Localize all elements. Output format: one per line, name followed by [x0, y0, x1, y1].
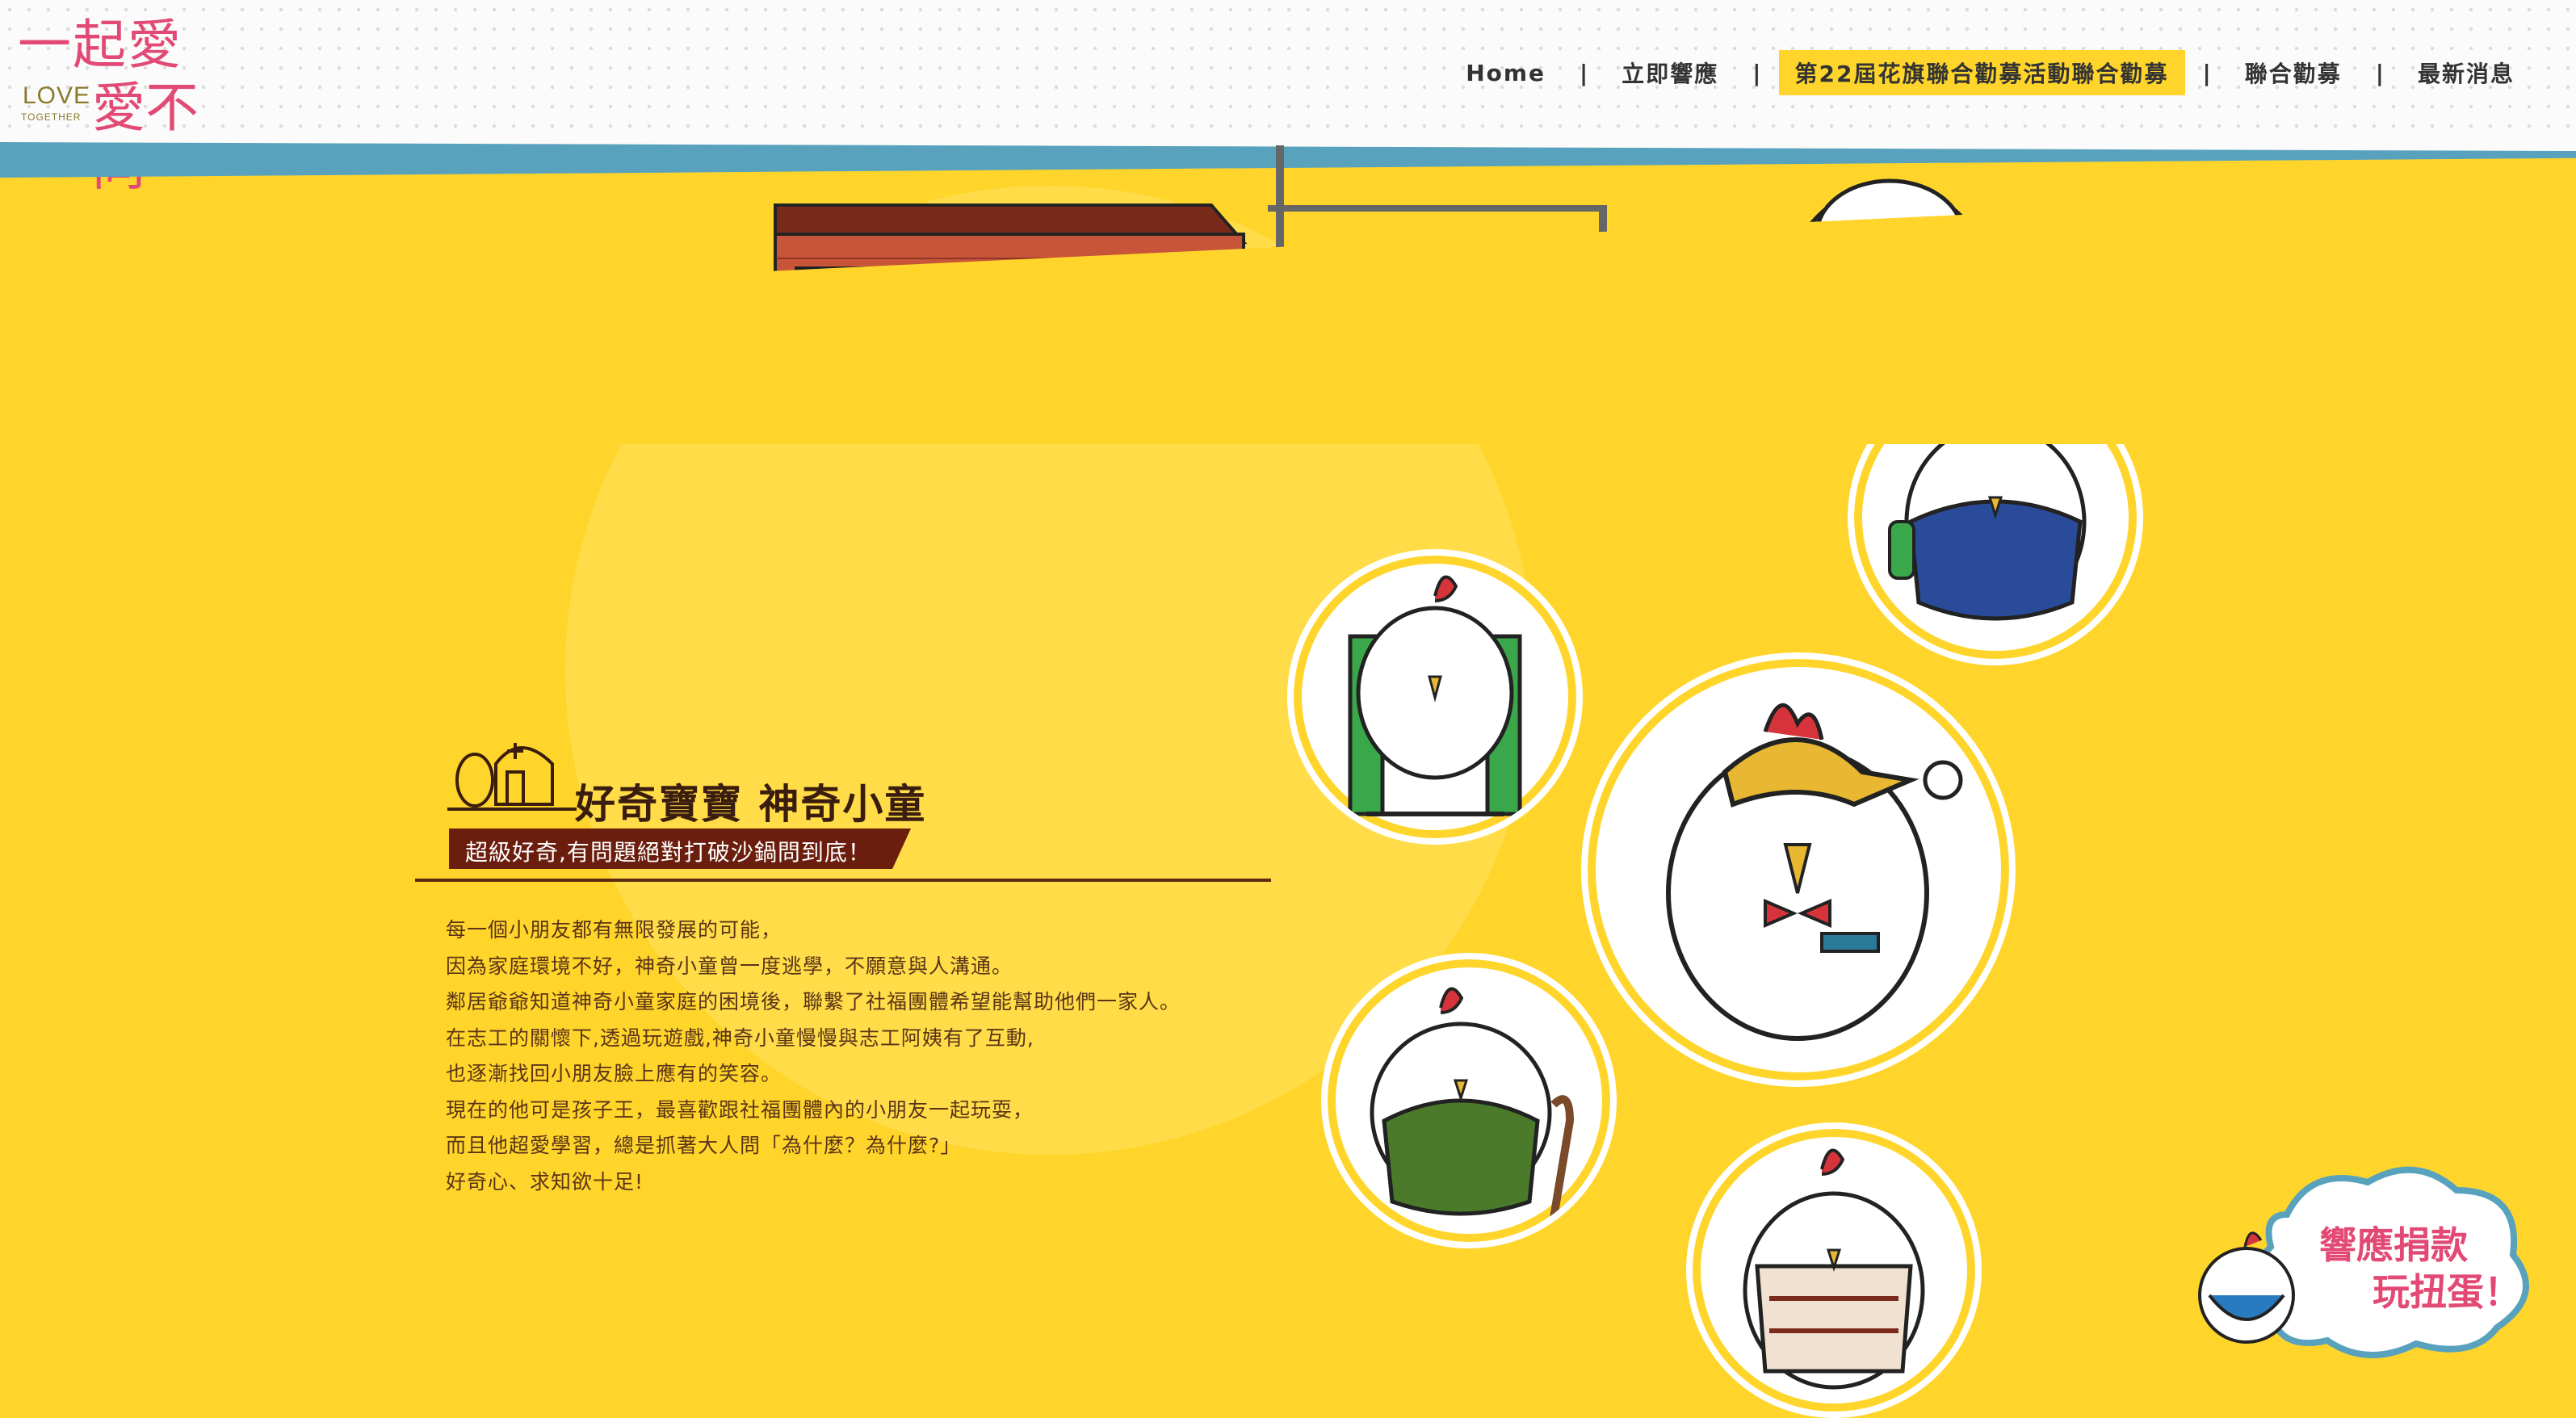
story-line: 好奇心、求知欲十足!: [446, 1169, 644, 1194]
temple-icon: [447, 743, 577, 811]
nav-separator: |: [1580, 59, 1588, 86]
chicken-grandpa-icon: [1370, 987, 1575, 1219]
chicken-curious-kid-icon: [1666, 703, 1963, 1041]
donate-gashapon-button[interactable]: 響應捐款 玩扭蛋！: [2190, 1158, 2537, 1368]
nav-respond-now[interactable]: 立即響應: [1605, 50, 1735, 95]
nav-united-way[interactable]: 聯合勸募: [2229, 50, 2358, 95]
cta-line1: 響應捐款: [2319, 1223, 2468, 1267]
chicken-aboriginal-icon: [1743, 1148, 1925, 1390]
story-line: 現在的他可是孩子王，最喜歡跟社福團體內的小朋友一起玩耍，: [446, 1097, 1034, 1122]
story-line: 鄰居爺爺知道神奇小童家庭的困境後，聯繫了社福團體希望能幫助他們一家人。: [446, 990, 1181, 1013]
site-logo[interactable]: 一起愛 LOVE TOGETHER 愛不同: [18, 14, 228, 195]
nav-home[interactable]: Home: [1450, 53, 1562, 93]
nav-separator: |: [2375, 59, 2384, 86]
divider: [415, 879, 1271, 882]
nav-citi-campaign[interactable]: 第22屆花旗聯合勸募活動聯合勸募: [1778, 50, 2185, 95]
section-title: 好奇寶寶 神奇小童: [575, 781, 927, 828]
nav-separator: |: [1752, 59, 1761, 86]
story-text: 每一個小朋友都有無限發展的可能， 因為家庭環境不好，神奇小童曾一度逃學，不願意與…: [446, 912, 1334, 1200]
character-circle-curious-kid[interactable]: [1581, 652, 2016, 1087]
main-nav: Home | 立即響應 | 第22屆花旗聯合勸募活動聯合勸募 | 聯合勸募 | …: [1450, 50, 2531, 95]
story-line: 而且他超愛學習，總是抓著大人問「為什麼？為什麼?」: [446, 1134, 962, 1157]
logo-love: LOVE: [23, 82, 91, 109]
story-line: 在志工的關懷下,透過玩遊戲,神奇小童慢慢與志工阿姨有了互動,: [446, 1026, 1034, 1050]
cta-line2: 玩扭蛋！: [2373, 1270, 2521, 1314]
tagline-text: 超級好奇,有問題絕對打破沙鍋問到底！: [465, 839, 871, 866]
character-circle-aboriginal[interactable]: [1686, 1122, 1982, 1418]
section-tagline: 超級好奇,有問題絕對打破沙鍋問到底！: [449, 829, 911, 869]
story-line: 因為家庭環境不好，神奇小童曾一度逃學，不願意與人溝通。: [446, 954, 1013, 978]
logo-together: TOGETHER: [21, 111, 82, 123]
story-line: 也逐漸找回小朋友臉上應有的笑容。: [446, 1062, 782, 1085]
character-circle-grandpa[interactable]: [1321, 953, 1617, 1248]
character-circle-wheelchair[interactable]: [1287, 549, 1583, 845]
chicken-wheelchair-icon: [1348, 575, 1522, 816]
story-line: 每一個小朋友都有無限發展的可能，: [446, 918, 782, 942]
nav-separator: |: [2202, 59, 2211, 86]
site-header: 一起愛 LOVE TOGETHER 愛不同 Home | 立即響應 | 第22屆…: [0, 0, 2576, 195]
nav-latest-news[interactable]: 最新消息: [2402, 50, 2531, 95]
logo-line1: 一起愛: [18, 14, 183, 76]
